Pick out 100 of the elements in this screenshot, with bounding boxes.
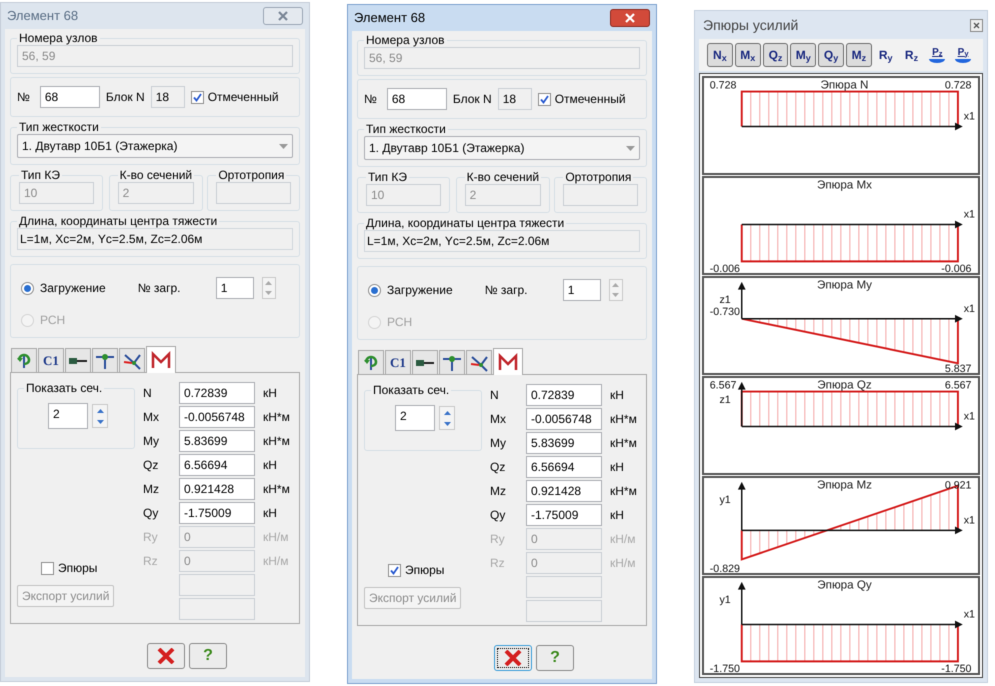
- axis-label: x1: [964, 514, 975, 527]
- unit-label: кН: [263, 384, 277, 402]
- group-label: Номера узлов: [18, 31, 98, 45]
- tab[interactable]: [412, 350, 438, 374]
- axis-label: x1: [964, 208, 975, 221]
- up-arrow-icon: [265, 281, 272, 285]
- close-button[interactable]: [970, 18, 983, 32]
- axis-label: x1: [964, 110, 975, 123]
- spinner-control[interactable]: [92, 404, 108, 428]
- radio-label: РСН: [387, 314, 412, 331]
- text-field[interactable]: [563, 184, 638, 206]
- value-label: 0.728: [944, 80, 972, 92]
- text-field[interactable]: 6.56694: [526, 456, 602, 478]
- help-button[interactable]: ?: [536, 645, 574, 671]
- axis-label: z1: [719, 394, 731, 406]
- force-label: Mz: [143, 480, 160, 498]
- text-field[interactable]: 5.83699: [179, 430, 255, 452]
- tab[interactable]: C1: [385, 350, 411, 374]
- down-arrow-icon: [444, 422, 450, 426]
- up-arrow-icon: [444, 410, 450, 414]
- group-label: К-во сечений: [118, 168, 194, 182]
- text-field[interactable]: -1.75009: [179, 502, 255, 524]
- text-field[interactable]: 68: [40, 86, 100, 108]
- diagram-icon: [151, 351, 171, 369]
- text-field[interactable]: 2: [395, 405, 435, 431]
- toolbar-button[interactable]: M$_{y}$: [790, 43, 816, 67]
- text-field[interactable]: 1: [216, 277, 254, 299]
- text-field[interactable]: 1: [562, 279, 601, 301]
- tab[interactable]: [466, 350, 492, 374]
- vertical-axis-arrow: [738, 582, 746, 625]
- text-field[interactable]: 2: [48, 403, 88, 429]
- tab[interactable]: [65, 348, 91, 372]
- group-label: Показать сеч.: [372, 383, 450, 397]
- close-button[interactable]: [610, 9, 650, 27]
- text-field[interactable]: 0.921428: [526, 480, 602, 502]
- axis-label: z1: [719, 294, 731, 306]
- text-field[interactable]: 0.72839: [179, 382, 255, 404]
- checkbox-label: Отмеченный: [208, 89, 279, 106]
- toolbar-button[interactable]: R$_{y}$: [874, 43, 898, 67]
- text-field[interactable]: -1.75009: [526, 504, 602, 526]
- unit-label: кН: [263, 504, 277, 522]
- radio-button[interactable]: [21, 282, 34, 294]
- support-icon: [442, 354, 462, 372]
- vertical-axis-arrow: [738, 382, 746, 426]
- tab[interactable]: [146, 346, 176, 373]
- vertical-axis-arrow: [738, 282, 746, 319]
- dropdown[interactable]: 1. Двутавр 10Б1 (Этажерка): [17, 134, 293, 158]
- dropdown-arrow-icon: [279, 144, 288, 148]
- toolbar-button[interactable]: N$_{x}$: [707, 43, 733, 67]
- support-icon: [95, 352, 115, 370]
- tab[interactable]: [358, 350, 384, 374]
- cancel-button[interactable]: [494, 645, 532, 671]
- toolbar-button[interactable]: R$_{z}$: [900, 43, 924, 67]
- axis-label: x1: [964, 608, 975, 621]
- text-field[interactable]: -0.0056748: [179, 406, 255, 428]
- checkbox-label: Эпюры: [405, 562, 444, 579]
- toolbar-button[interactable]: P$_{z}$: [925, 43, 950, 67]
- help-button[interactable]: ?: [189, 643, 227, 669]
- dropdown[interactable]: 1. Двутавр 10Б1 (Этажерка): [364, 136, 640, 160]
- value-label: -0.006: [941, 263, 972, 273]
- value-label: 6.567: [944, 380, 972, 392]
- down-arrow-icon: [612, 293, 620, 297]
- text-field[interactable]: 18: [150, 86, 185, 108]
- diagram-title: Эпюра Qz: [817, 378, 872, 392]
- tab[interactable]: [11, 348, 37, 372]
- radio-button[interactable]: [368, 284, 381, 296]
- text-field[interactable]: 5.83699: [526, 432, 602, 454]
- toolbar-button[interactable]: Q$_{y}$: [818, 43, 844, 67]
- spinner-control[interactable]: [439, 406, 455, 430]
- toolbar-button[interactable]: P$_{y}$: [951, 43, 975, 67]
- checkbox[interactable]: [190, 90, 204, 104]
- force-label: Qy: [143, 504, 160, 522]
- group-label: Тип жесткости: [365, 122, 447, 136]
- checkbox[interactable]: [388, 564, 401, 576]
- tab[interactable]: [92, 348, 118, 372]
- text-field[interactable]: 0.72839: [526, 384, 602, 406]
- check-icon: [192, 92, 202, 102]
- text-field[interactable]: 0.921428: [179, 478, 255, 500]
- tab[interactable]: [493, 348, 523, 375]
- dropdown-arrow-icon: [626, 146, 635, 150]
- group-label: К-во сечений: [466, 170, 540, 184]
- unit-label: кН/м: [610, 554, 636, 572]
- text-field[interactable]: 18: [498, 88, 532, 110]
- tab[interactable]: C1: [38, 348, 64, 372]
- tab[interactable]: [439, 350, 465, 374]
- down-arrow-icon: [96, 420, 104, 424]
- toolbar-button[interactable]: M$_{z}$: [846, 43, 872, 67]
- tab[interactable]: [119, 348, 145, 372]
- force-label: My: [490, 434, 507, 452]
- text-field[interactable]: 68: [386, 88, 447, 110]
- axes-icon: [122, 352, 142, 370]
- toolbar-button[interactable]: M$_{x}$: [734, 43, 761, 67]
- text-field[interactable]: 6.56694: [179, 454, 255, 476]
- toolbar-button[interactable]: Q$_{z}$: [762, 43, 788, 67]
- checkbox[interactable]: [41, 562, 54, 574]
- text-field[interactable]: -0.0056748: [526, 408, 602, 430]
- checkbox[interactable]: [538, 92, 551, 106]
- text-field[interactable]: [216, 182, 291, 204]
- window-title: Элемент 68: [354, 9, 426, 28]
- unit-label: кН: [610, 458, 624, 476]
